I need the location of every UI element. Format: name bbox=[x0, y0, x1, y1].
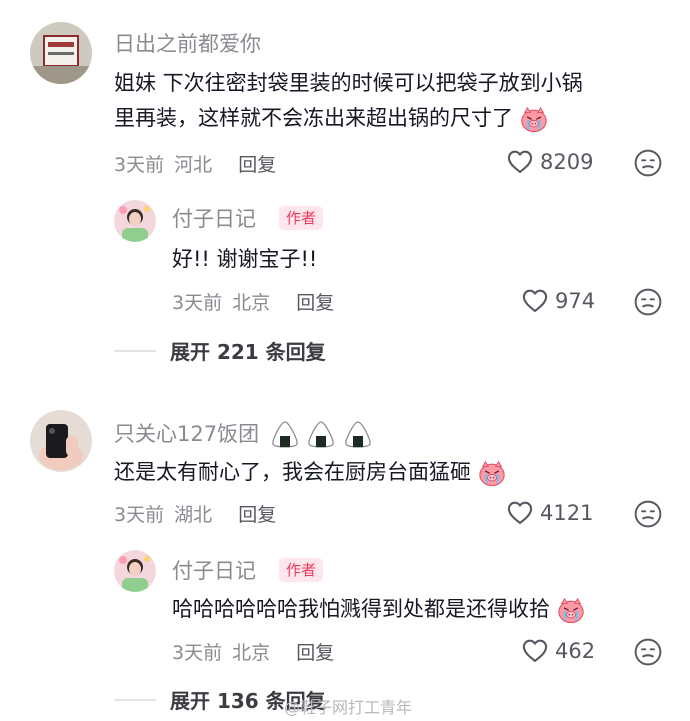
comment-location: 河北 bbox=[174, 154, 213, 176]
author-avatar[interactable] bbox=[114, 200, 156, 242]
reply-button[interactable]: 回复 bbox=[238, 154, 276, 176]
comment-time: 3天前 bbox=[114, 154, 165, 176]
like-button[interactable]: 4121 bbox=[506, 499, 593, 527]
author-name[interactable]: 付子日记 bbox=[172, 203, 256, 233]
watermark: @鞋子网打工青年 bbox=[284, 698, 413, 717]
comment-text: 姐妹 下次往密封袋里装的时候可以把袋子放到小锅 里再装，这样就不会冻出来超出锅的… bbox=[114, 66, 583, 136]
comment-text-line: 里再装，这样就不会冻出来超出锅的尺寸了 bbox=[114, 101, 583, 136]
author-badge: 作者 bbox=[279, 206, 324, 230]
dislike-icon[interactable] bbox=[634, 288, 662, 316]
commenter-avatar[interactable] bbox=[30, 22, 92, 84]
reply-button[interactable]: 回复 bbox=[238, 504, 276, 526]
like-count: 8209 bbox=[540, 150, 594, 174]
reply-location: 北京 bbox=[232, 642, 271, 664]
reply-text: 好!! 谢谢宝子!! bbox=[172, 247, 318, 271]
avatar-photo bbox=[30, 410, 92, 472]
comment-text: 还是太有耐心了，我会在厨房台面猛砸 bbox=[114, 455, 506, 490]
expand-replies-label: 展开 221 条回复 bbox=[170, 340, 326, 364]
reply-location: 北京 bbox=[232, 292, 271, 314]
heart-icon bbox=[506, 499, 534, 527]
reply-time: 3天前 bbox=[172, 292, 223, 314]
commenter-name[interactable]: 日出之前都爱你 bbox=[114, 28, 261, 58]
like-button[interactable]: 462 bbox=[521, 637, 595, 665]
comment-time: 3天前 bbox=[114, 504, 165, 526]
author-badge: 作者 bbox=[279, 558, 324, 582]
like-button[interactable]: 974 bbox=[521, 287, 595, 315]
like-count: 462 bbox=[555, 639, 596, 663]
dislike-icon[interactable] bbox=[634, 149, 662, 177]
heart-icon bbox=[521, 287, 549, 315]
like-count: 974 bbox=[555, 289, 596, 313]
reply-button[interactable]: 回复 bbox=[296, 292, 334, 314]
commenter-avatar[interactable] bbox=[30, 410, 92, 472]
reply-text: 哈哈哈哈哈哈我怕溅得到处都是还得收拾 bbox=[172, 592, 585, 627]
dislike-icon[interactable] bbox=[634, 638, 662, 666]
crying-pig-emoji bbox=[557, 596, 585, 624]
comment-meta: 3天前 湖北 回复 bbox=[114, 500, 276, 527]
commenter-name[interactable]: 只关心127饭团 bbox=[114, 418, 373, 450]
avatar-photo bbox=[114, 550, 156, 592]
avatar-photo bbox=[114, 200, 156, 242]
reply-meta: 3天前 北京 回复 bbox=[172, 638, 334, 665]
onigiri-emoji bbox=[343, 420, 373, 450]
dislike-icon[interactable] bbox=[634, 500, 662, 528]
heart-icon bbox=[506, 148, 534, 176]
author-name[interactable]: 付子日记 bbox=[172, 555, 256, 585]
reply-time: 3天前 bbox=[172, 642, 223, 664]
comment-meta: 3天前 河北 回复 bbox=[114, 150, 276, 177]
comment-text-line: 姐妹 下次往密封袋里装的时候可以把袋子放到小锅 bbox=[114, 71, 583, 95]
crying-pig-emoji bbox=[478, 459, 506, 487]
crying-pig-emoji bbox=[520, 105, 548, 133]
like-button[interactable]: 8209 bbox=[506, 148, 593, 176]
expand-replies-button[interactable]: 展开 221 条回复 bbox=[114, 336, 326, 365]
author-avatar[interactable] bbox=[114, 550, 156, 592]
avatar-photo bbox=[30, 22, 92, 84]
onigiri-emoji bbox=[306, 420, 336, 450]
heart-icon bbox=[521, 637, 549, 665]
like-count: 4121 bbox=[540, 501, 594, 525]
divider-line bbox=[114, 349, 156, 352]
divider-line bbox=[114, 698, 156, 701]
reply-button[interactable]: 回复 bbox=[296, 642, 334, 664]
comment-location: 湖北 bbox=[174, 504, 213, 526]
reply-meta: 3天前 北京 回复 bbox=[172, 288, 334, 315]
onigiri-emoji bbox=[270, 420, 300, 450]
